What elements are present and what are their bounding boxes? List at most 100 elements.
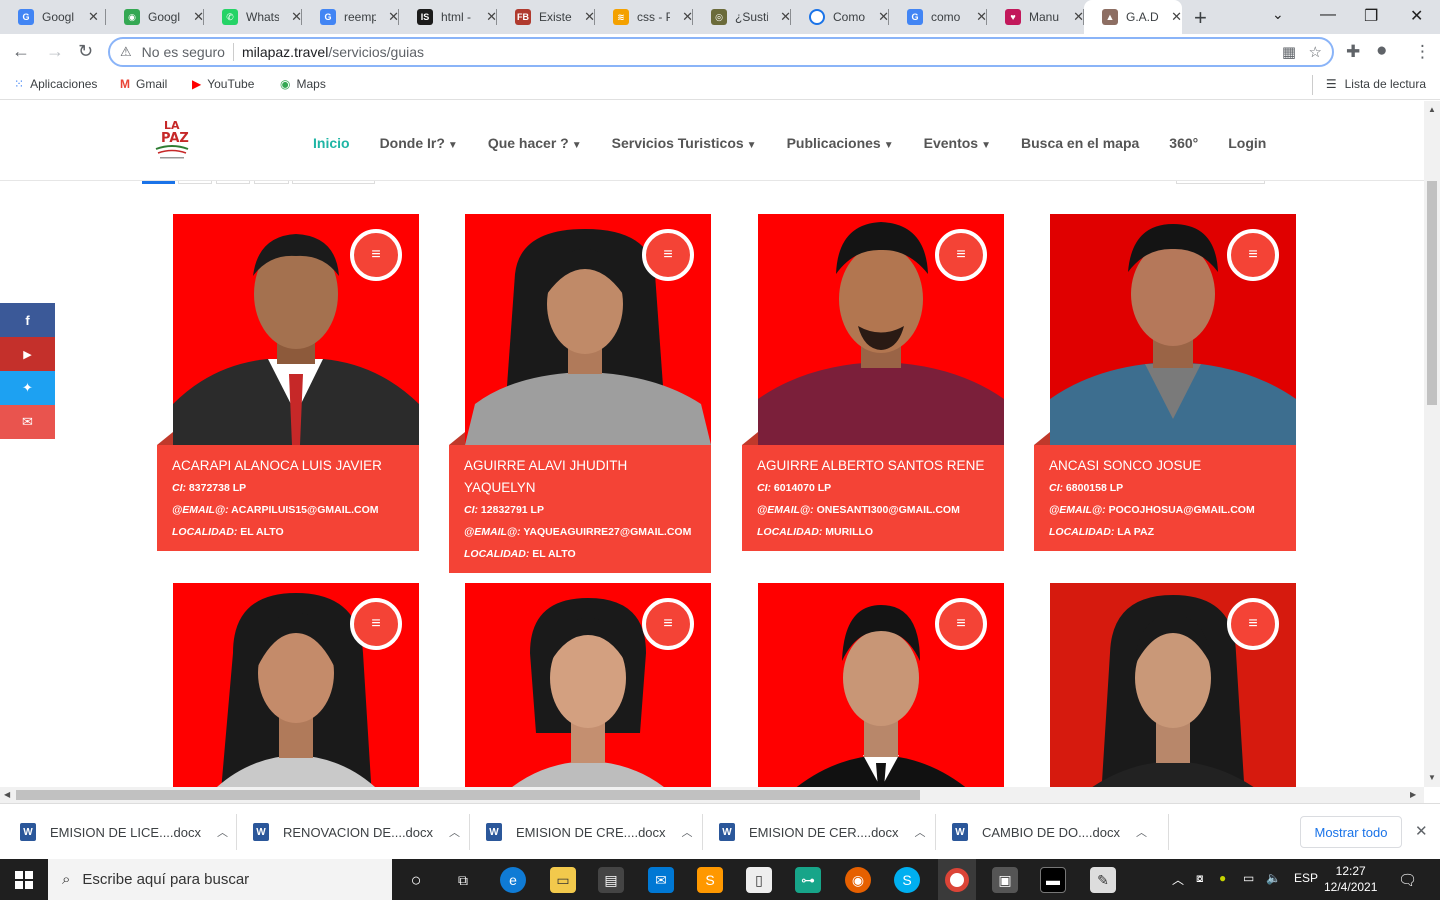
url-path[interactable]: /servicios/guias (328, 44, 424, 60)
browser-tab[interactable]: ≋ css - P ✕ (595, 0, 693, 34)
menu-item-inicio[interactable]: Inicio (313, 135, 350, 151)
vertical-scroll-thumb[interactable] (1427, 181, 1437, 405)
browser-tab[interactable]: G reemp ✕ (302, 0, 399, 34)
card-menu-button[interactable]: ≡ (1227, 229, 1279, 281)
mail-icon[interactable]: ✉ (648, 867, 674, 893)
filter-select[interactable] (1176, 181, 1265, 184)
more-menu-icon[interactable]: ⋮ (1414, 42, 1431, 62)
new-tab-button[interactable]: + (1194, 5, 1207, 31)
chevron-up-icon[interactable]: ︿ (217, 824, 228, 840)
email-icon[interactable]: ✉ (0, 405, 55, 439)
taskbar-search[interactable]: ⌕ Escribe aquí para buscar (48, 859, 392, 900)
card-menu-button[interactable]: ≡ (935, 229, 987, 281)
bookmark-item[interactable]: ⁙ Aplicaciones (14, 77, 97, 91)
close-icon[interactable]: ✕ (1415, 822, 1428, 840)
browser-tab[interactable]: ◉ Googl ✕ (106, 0, 204, 34)
sublime-icon[interactable]: S (697, 867, 723, 893)
browser-tab[interactable]: ◎ ¿Sustit ✕ (693, 0, 791, 34)
menu-item-login[interactable]: Login (1228, 135, 1266, 151)
chrome-icon[interactable] (938, 859, 976, 900)
language-indicator[interactable]: ESP (1294, 871, 1318, 885)
menu-item-donde-ir[interactable]: Donde Ir? ▼ (380, 135, 458, 151)
tray-app-icon[interactable]: ⧇ (1196, 871, 1204, 886)
vertical-scrollbar[interactable]: ▲ ▼ (1424, 101, 1440, 787)
download-item[interactable]: W EMISION DE CRE....docx ︿ (470, 804, 703, 860)
address-bar[interactable]: ⚠ No es seguro milapaz.travel/servicios/… (108, 37, 1334, 67)
menu-item-360[interactable]: 360° (1169, 135, 1198, 151)
pagination-item[interactable] (292, 181, 375, 184)
terminal-icon[interactable]: ▬ (1040, 867, 1066, 893)
menu-item-mapa[interactable]: Busca en el mapa (1021, 135, 1139, 151)
warning-icon[interactable]: ⚠ (120, 44, 132, 60)
clock[interactable]: 12:27 12/4/2021 (1324, 863, 1377, 895)
minimize-icon[interactable]: — (1320, 6, 1336, 24)
forward-icon[interactable]: → (46, 41, 64, 62)
monitor-icon[interactable]: ▣ (992, 867, 1018, 893)
network-icon[interactable]: ▭ (1243, 871, 1254, 885)
pagination-active[interactable] (142, 181, 175, 184)
tray-chevron-icon[interactable]: ︿ (1172, 871, 1184, 888)
browser-tab[interactable]: G Googl ✕ (0, 0, 106, 34)
pagination-item[interactable] (216, 181, 250, 184)
menu-item-publicaciones[interactable]: Publicaciones ▼ (787, 135, 894, 151)
restore-icon[interactable]: ❐ (1364, 6, 1378, 26)
cortana-icon[interactable]: ○ (403, 867, 429, 893)
firefox-icon[interactable]: ◉ (845, 867, 871, 893)
scroll-down-icon[interactable]: ▼ (1428, 773, 1436, 782)
chevron-up-icon[interactable]: ︿ (1136, 824, 1147, 840)
scroll-left-icon[interactable]: ◀ (4, 790, 10, 799)
horizontal-scrollbar[interactable]: ◀ ▶ (0, 787, 1424, 803)
bookmark-item[interactable]: ▶ YouTube (192, 77, 254, 91)
card-menu-button[interactable]: ≡ (350, 598, 402, 650)
menu-item-servicios[interactable]: Servicios Turisticos ▼ (612, 135, 757, 151)
menu-item-eventos[interactable]: Eventos ▼ (924, 135, 991, 151)
browser-tab[interactable]: ✆ Whats ✕ (204, 0, 302, 34)
tab-search-icon[interactable]: ⌄ (1272, 6, 1284, 23)
file-explorer-icon[interactable]: ▭ (550, 867, 576, 893)
scroll-up-icon[interactable]: ▲ (1428, 105, 1436, 114)
card-menu-button[interactable]: ≡ (350, 229, 402, 281)
windows-start-icon[interactable] (15, 871, 33, 889)
bookmark-item[interactable]: ◉ Maps (280, 77, 326, 91)
store-icon[interactable]: ▤ (598, 867, 624, 893)
browser-tab[interactable]: G como ✕ (889, 0, 987, 34)
security-label[interactable]: No es seguro (142, 44, 225, 60)
pagination-item[interactable] (178, 181, 212, 184)
card-menu-button[interactable]: ≡ (935, 598, 987, 650)
youtube-icon[interactable]: ▶ (0, 337, 55, 371)
site-logo[interactable]: LA PAZ (152, 115, 192, 163)
horizontal-scroll-thumb[interactable] (16, 790, 920, 800)
volume-icon[interactable]: 🔈 (1266, 871, 1281, 885)
card-menu-button[interactable]: ≡ (642, 229, 694, 281)
show-all-button[interactable]: Mostrar todo (1300, 816, 1402, 848)
window-close-icon[interactable]: ✕ (1410, 6, 1423, 26)
url-host[interactable]: milapaz.travel (242, 44, 328, 60)
tray-norton-icon[interactable]: ● (1219, 871, 1226, 885)
browser-tab-active[interactable]: ▲ G.A.D ✕ (1084, 0, 1182, 34)
app-icon[interactable]: ⊶ (795, 867, 821, 893)
bookmark-star-icon[interactable]: ☆ (1309, 44, 1322, 61)
qr-icon[interactable]: ▦ (1282, 44, 1296, 61)
card-menu-button[interactable]: ≡ (1227, 598, 1279, 650)
scroll-right-icon[interactable]: ▶ (1410, 790, 1416, 799)
download-item[interactable]: W CAMBIO DE DO....docx ︿ (936, 804, 1169, 860)
reload-icon[interactable]: ↻ (78, 41, 93, 62)
close-icon[interactable]: ✕ (88, 9, 99, 25)
chevron-up-icon[interactable]: ︿ (682, 824, 693, 840)
bookmark-item[interactable]: M Gmail (120, 77, 167, 91)
download-item[interactable]: W EMISION DE CER....docx ︿ (703, 804, 936, 860)
download-item[interactable]: W EMISION DE LICE....docx ︿ (0, 804, 237, 860)
notifications-icon[interactable]: 🗨 (1398, 871, 1417, 889)
paint-icon[interactable]: ✎ (1090, 867, 1116, 893)
close-icon[interactable]: ✕ (1171, 9, 1182, 25)
download-item[interactable]: W RENOVACION DE....docx ︿ (237, 804, 470, 860)
chevron-up-icon[interactable]: ︿ (915, 824, 926, 840)
chevron-up-icon[interactable]: ︿ (449, 824, 460, 840)
browser-tab[interactable]: Como ✕ (791, 0, 889, 34)
browser-tab[interactable]: IS html - ✕ (399, 0, 497, 34)
document-icon[interactable]: ▯ (746, 867, 772, 893)
pagination-item[interactable] (254, 181, 289, 184)
profile-icon[interactable]: ● (1376, 40, 1387, 62)
reading-list[interactable]: ☰ Lista de lectura (1311, 75, 1426, 95)
card-menu-button[interactable]: ≡ (642, 598, 694, 650)
